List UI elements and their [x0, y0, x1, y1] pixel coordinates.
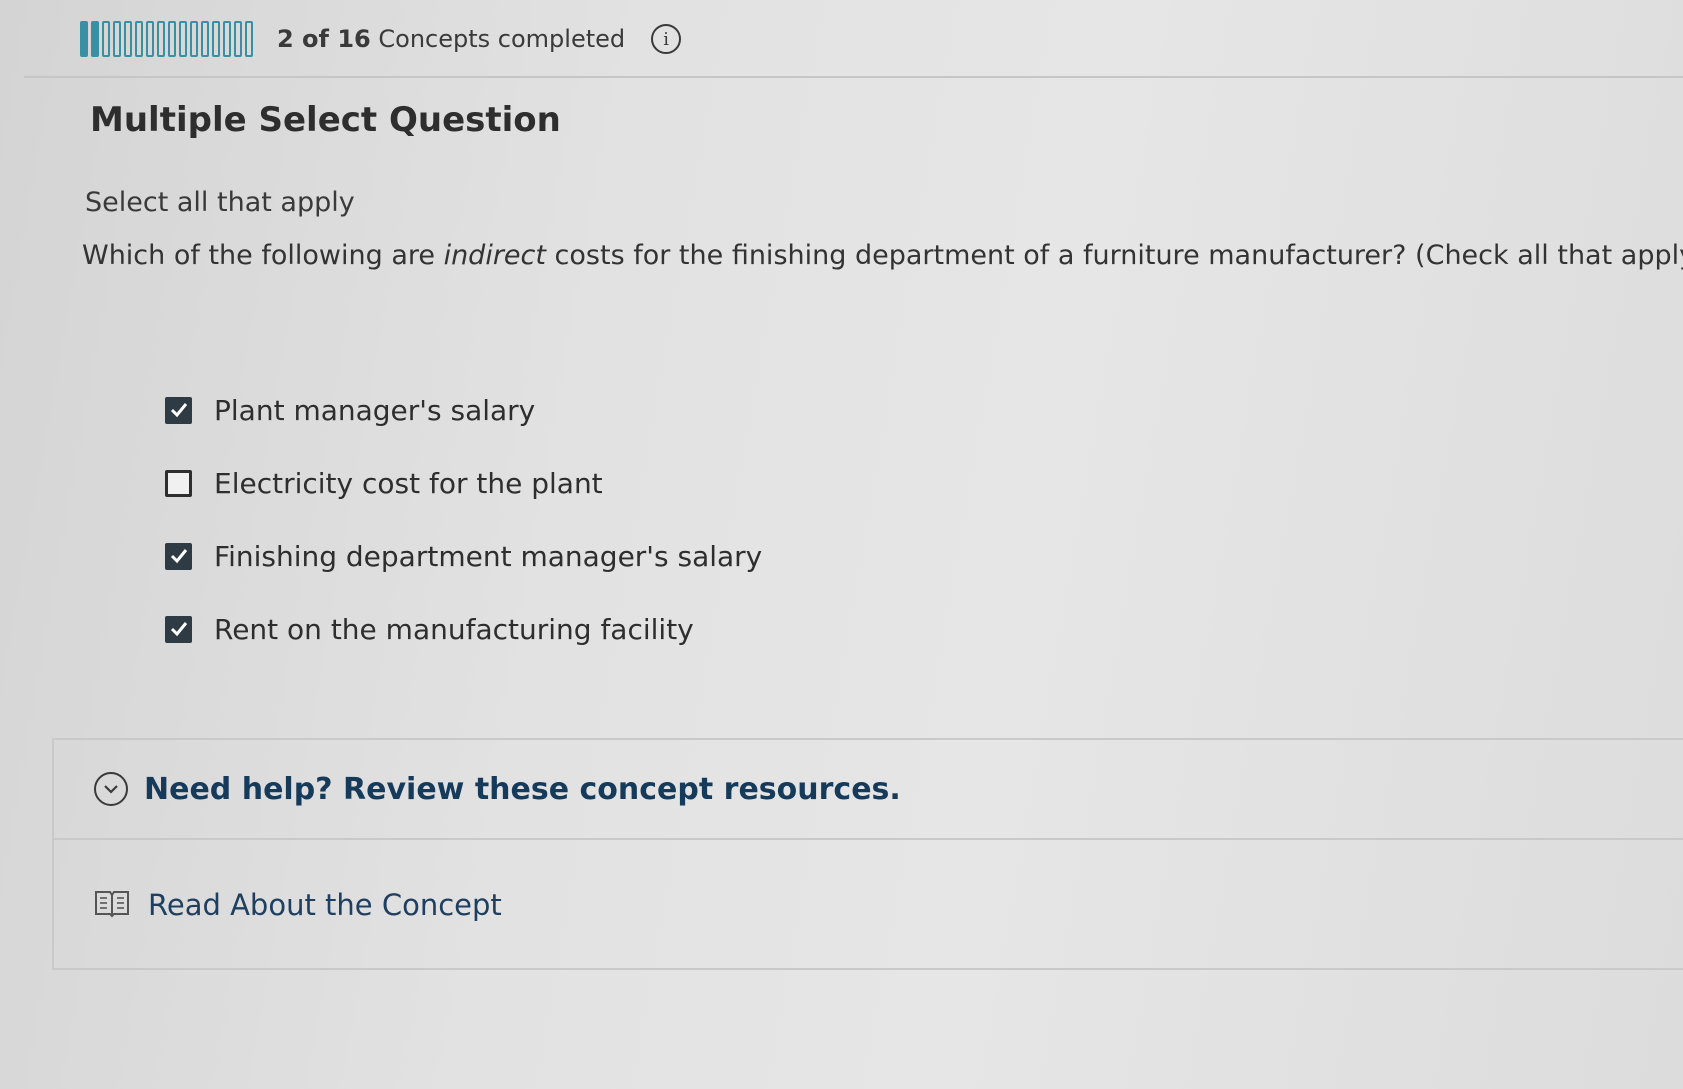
progress-segment	[102, 21, 110, 57]
book-icon	[94, 888, 130, 922]
checkmark-icon	[170, 622, 187, 637]
progress-count: 2 of 16	[277, 25, 371, 53]
help-panel: Need help? Review these concept resource…	[52, 738, 1683, 970]
progress-segment	[113, 21, 121, 57]
question-prompt: Which of the following are indirect cost…	[82, 240, 1683, 271]
answer-option[interactable]: Electricity cost for the plant	[165, 465, 762, 501]
question-instructions: Select all that apply	[85, 187, 355, 218]
progress-segment	[157, 21, 165, 57]
help-toggle[interactable]: Need help? Review these concept resource…	[54, 740, 1683, 840]
progress-segment-completed	[80, 21, 88, 57]
answer-options: Plant manager's salary Electricity cost …	[165, 392, 762, 684]
question-type-title: Multiple Select Question	[90, 100, 561, 140]
option-label: Electricity cost for the plant	[214, 466, 603, 500]
answer-option[interactable]: Rent on the manufacturing facility	[165, 611, 762, 647]
option-checkbox[interactable]	[165, 542, 192, 570]
prompt-text-end: costs for the finishing department of a …	[545, 240, 1683, 271]
checkmark-icon	[170, 549, 187, 564]
read-about-concept-link[interactable]: Read About the Concept	[94, 888, 502, 922]
progress-segment	[135, 21, 143, 57]
progress-segment	[190, 21, 198, 57]
checkmark-icon	[170, 403, 187, 418]
answer-option[interactable]: Finishing department manager's salary	[165, 538, 762, 574]
progress-segment	[168, 21, 176, 57]
answer-option[interactable]: Plant manager's salary	[165, 392, 762, 428]
progress-segment	[223, 21, 231, 57]
progress-text: 2 of 16 Concepts completed	[277, 25, 625, 53]
option-label: Finishing department manager's salary	[214, 539, 763, 573]
header-divider	[24, 76, 1683, 78]
progress-header: 2 of 16 Concepts completed i	[80, 14, 682, 64]
prompt-text-start: Which of the following are	[82, 240, 444, 271]
option-checkbox[interactable]	[165, 469, 192, 497]
progress-segment	[234, 21, 242, 57]
progress-segment	[124, 21, 132, 57]
progress-suffix: Concepts completed	[378, 25, 626, 53]
progress-segment-completed	[91, 21, 99, 57]
progress-segment	[201, 21, 209, 57]
progress-segment	[179, 21, 187, 57]
option-label: Rent on the manufacturing facility	[214, 612, 694, 646]
progress-segment	[245, 21, 253, 57]
option-checkbox[interactable]	[165, 396, 192, 424]
option-checkbox[interactable]	[165, 615, 192, 643]
chevron-down-icon[interactable]	[94, 772, 128, 806]
page: 2 of 16 Concepts completed i Multiple Se…	[0, 0, 1683, 1089]
progress-segment	[146, 21, 154, 57]
concept-progress-bar	[80, 19, 253, 59]
resource-label: Read About the Concept	[148, 888, 502, 922]
prompt-emphasis: indirect	[443, 240, 546, 271]
progress-segment	[212, 21, 220, 57]
option-label: Plant manager's salary	[214, 393, 536, 427]
info-icon[interactable]: i	[651, 24, 682, 54]
help-title: Need help? Review these concept resource…	[144, 771, 901, 807]
